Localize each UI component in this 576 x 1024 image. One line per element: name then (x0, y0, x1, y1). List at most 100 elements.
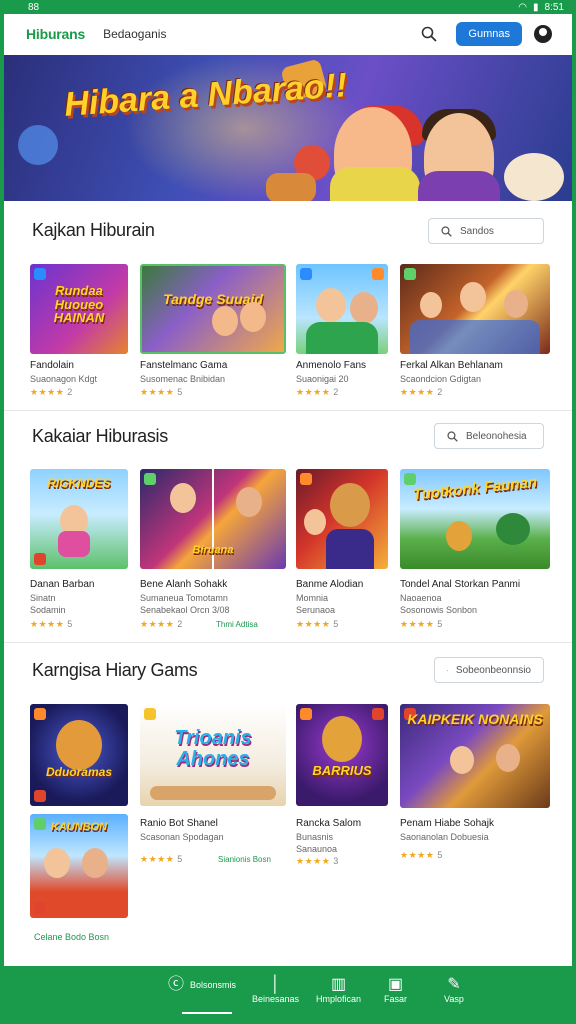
star-rating: ★★★★ 5 (296, 619, 339, 629)
game-thumbnail (400, 264, 550, 354)
card-subtitle: Scasonan Spodagan (140, 832, 224, 842)
section-action-label: Beleonohesia (466, 430, 527, 442)
star-rating: ★★★★ 5 (140, 854, 183, 864)
star-rating: ★★★★ 5 (30, 619, 73, 629)
lock-icon (447, 669, 448, 671)
card-subtitle: Sumaneua Tomotamn (140, 593, 228, 603)
promo-tag: Thmi Adtisa (216, 620, 258, 629)
home-icon: ⓒ (168, 976, 185, 993)
star-rating: ★★★★ 5 (400, 850, 443, 860)
card-subtitle: Sodamin (30, 605, 66, 615)
wifi-icon: ◠ (518, 1, 528, 13)
nav-item-4[interactable]: ▣ Fasar (384, 976, 407, 1004)
nav-item-3[interactable]: ▥ Hmplofican (316, 976, 361, 1004)
game-thumbnail: Biruana (140, 469, 286, 569)
game-card[interactable]: KAUNBON (30, 814, 132, 922)
card-subtitle: Susomenac Bnibidan (140, 374, 226, 384)
search-button[interactable] (418, 23, 440, 45)
card-subtitle: Momnia (296, 593, 329, 603)
section-search-button[interactable]: Sandos (428, 218, 544, 244)
card-subtitle: Suaonagon Kdgt (30, 374, 98, 384)
hero-banner[interactable]: Hibara a Nbarao!! (4, 55, 572, 201)
game-thumbnail (296, 469, 388, 569)
card-title: Banme Alodian (296, 579, 364, 590)
section-title: Kajkan Hiburain (32, 220, 155, 240)
star-rating: ★★★★ 2 (296, 387, 339, 397)
star-rating: ★★★★ 2 (140, 619, 183, 629)
game-thumbnail: Dduoramas (30, 704, 128, 806)
game-card[interactable]: BARRIUS Rancka Salom Bunasnis Sanaunoa ★… (296, 704, 392, 874)
card-title: Ranio Bot Shanel (140, 818, 218, 829)
nav-item-2[interactable]: │ Beinesanas (252, 976, 299, 1004)
top-bar: Hiburans Bedaoganis Gumnas (4, 14, 572, 54)
section-title: Karngisa Hiary Gams (32, 660, 198, 680)
section-title: Kakaiar Hiburasis (32, 426, 168, 446)
game-thumbnail: Tuotkonk Faunan (400, 469, 550, 569)
card-subtitle: Sanaunoa (296, 844, 338, 854)
active-tab-indicator (182, 1012, 232, 1014)
game-card[interactable]: Tandge Suuaid Fanstelmanc Gama Susomenac… (140, 264, 290, 404)
game-card[interactable]: Dduoramas (30, 704, 132, 808)
nav-item-5[interactable]: ✎ Vasp (444, 976, 464, 1004)
game-card[interactable]: Anmenolo Fans Suaonigai 20 ★★★★ 2 (296, 264, 392, 404)
section-search-button[interactable]: Sobeonbeonnsio (434, 657, 544, 683)
game-thumbnail: RIGKNDES (30, 469, 128, 569)
search-icon (422, 26, 438, 42)
status-left: 88 (28, 1, 40, 13)
search-icon (447, 430, 458, 442)
search-icon (441, 225, 452, 237)
avatar[interactable] (534, 25, 552, 43)
star-rating: ★★★★ 5 (400, 619, 443, 629)
card-title: Tondel Anal Storkan Panmi (400, 579, 521, 590)
game-card[interactable]: Trioanis Ahones Ranio Bot Shanel Scasona… (140, 704, 290, 874)
card-subtitle: Serunaoa (296, 605, 336, 615)
star-rating: ★★★★ 2 (30, 387, 73, 397)
game-card[interactable]: Ferkal Alkan Behlanam Scaondcion Gdigtan… (400, 264, 552, 404)
section-search-button[interactable]: Beleonohesia (434, 423, 544, 449)
game-thumbnail: Trioanis Ahones (140, 704, 286, 806)
promo-tag: Celane Bodo Bosn (34, 932, 110, 942)
game-card[interactable]: Biruana Bene Alanh Sohakk Sumaneua Tomot… (140, 469, 290, 634)
toy-decoration (18, 125, 58, 165)
app-logo[interactable]: Hiburans (26, 26, 85, 42)
card-subtitle: Sinatn (30, 593, 56, 603)
card-subtitle: Sosonowis Sonbon (400, 605, 478, 615)
nav-item-home[interactable]: ⓒ Bolsonsmis (168, 976, 236, 994)
status-time: 8:51 (544, 1, 564, 13)
card-subtitle: Suaonigai 20 (296, 374, 349, 384)
card-subtitle: Senabekaol Orcn 3/08 (140, 605, 230, 615)
promo-tag: Sianionis Bosn (218, 855, 271, 864)
document-icon: ▥ (330, 976, 347, 993)
card-subtitle: Naoaenoa (400, 593, 442, 603)
app-frame: 88 ◠ ▮ 8:51 Hiburans Bedaoganis Gumnas H… (0, 0, 576, 1024)
game-thumbnail: KAUNBON (30, 814, 128, 918)
game-thumbnail: BARRIUS (296, 704, 388, 806)
status-bar: 88 ◠ ▮ 8:51 (4, 0, 572, 14)
game-card[interactable]: RIGKNDES Danan Barban Sinatn Sodamin ★★★… (30, 469, 132, 634)
card-subtitle: Scaondcion Gdigtan (400, 374, 482, 384)
game-card[interactable]: KAIPKEIK NONAINS Penam Hiabe Sohajk Saon… (400, 704, 552, 874)
star-rating: ★★★★ 5 (140, 387, 183, 397)
game-thumbnail: KAIPKEIK NONAINS (400, 704, 550, 808)
toy-decoration (266, 173, 316, 201)
section-action-label: Sobeonbeonnsio (455, 664, 531, 676)
card-title: Penam Hiabe Sohajk (400, 818, 494, 829)
card-title: Fanstelmanc Gama (140, 360, 228, 371)
star-rating: ★★★★ 3 (296, 856, 339, 866)
game-thumbnail: Tandge Suuaid (140, 264, 286, 354)
card-subtitle: Bunasnis (296, 832, 334, 842)
status-right-group: ◠ ▮ 8:51 (518, 2, 564, 13)
card-title: Ferkal Alkan Behlanam (400, 360, 503, 371)
primary-button[interactable]: Gumnas (456, 22, 522, 46)
game-card[interactable]: Rundaa Huoueo HAINAN Fandolain Suaonagon… (30, 264, 132, 404)
game-thumbnail (296, 264, 388, 354)
bars-icon: │ (270, 976, 281, 993)
edit-icon: ▣ (387, 976, 404, 993)
character-dog (504, 153, 564, 201)
card-title: Fandolain (30, 360, 74, 371)
nav-link[interactable]: Bedaoganis (103, 27, 166, 41)
game-card[interactable]: Tuotkonk Faunan Tondel Anal Storkan Panm… (400, 469, 552, 634)
card-title: Danan Barban (30, 579, 95, 590)
game-card[interactable]: Banme Alodian Momnia Serunaoa ★★★★ 5 (296, 469, 392, 634)
card-subtitle: Saonanolan Dobuesia (400, 832, 489, 842)
